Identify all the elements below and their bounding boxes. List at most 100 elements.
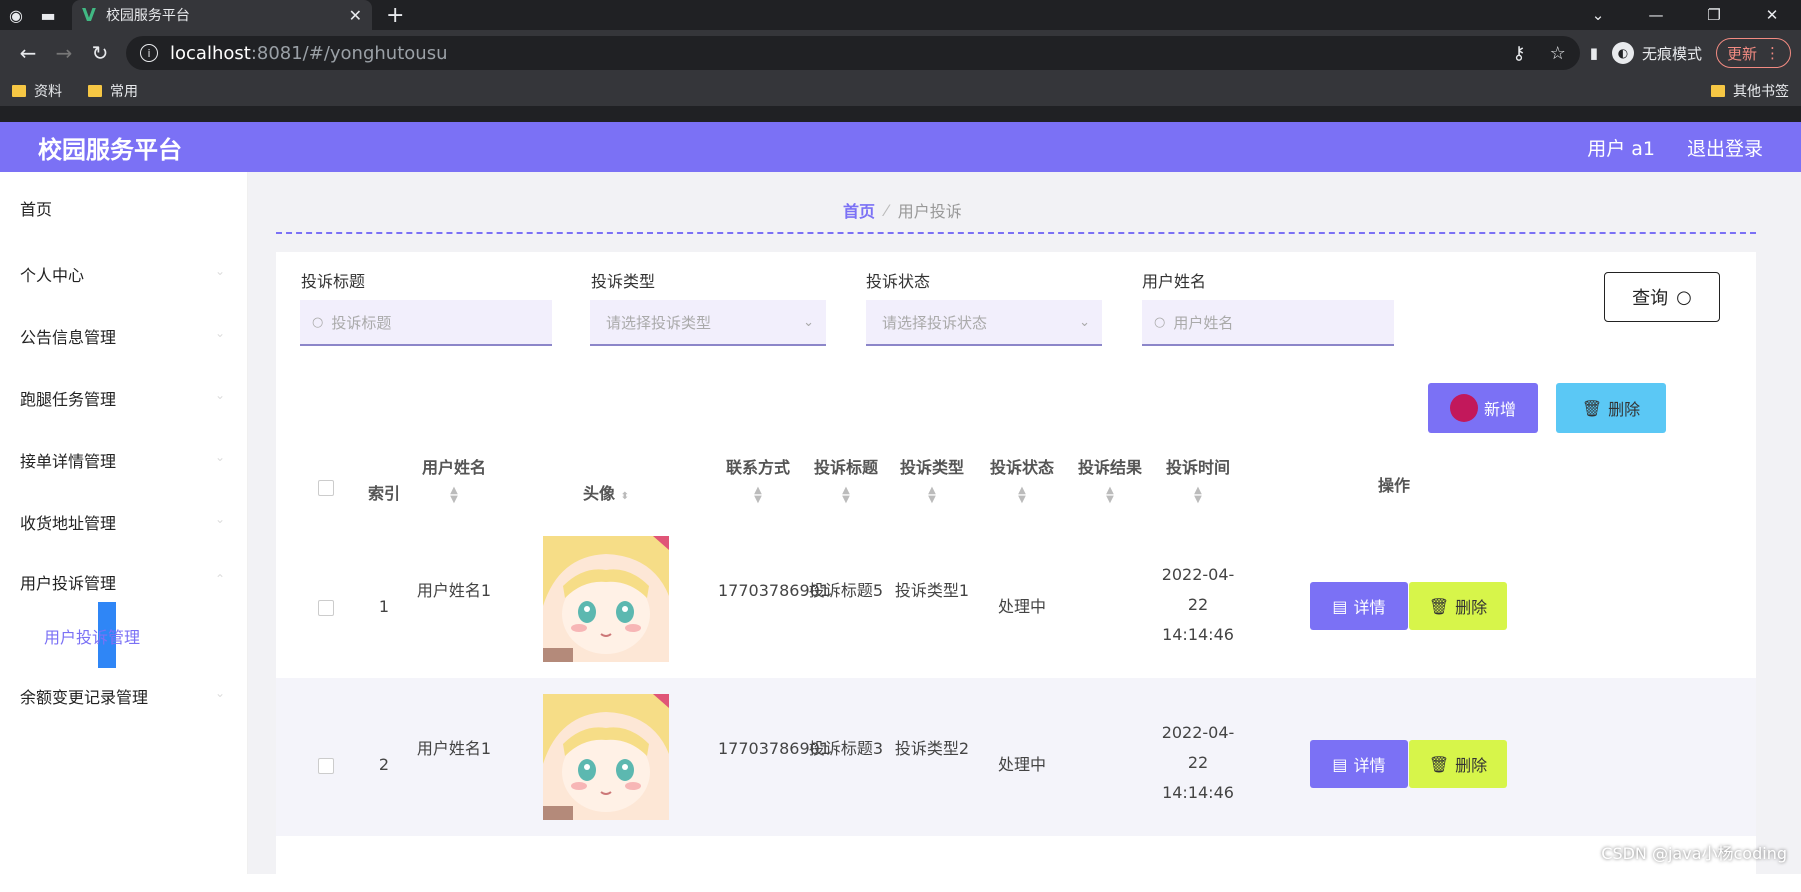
table-row: 1 用户姓名1 17703 [276,520,1756,678]
url-path: :8081/#/yonghutousu [251,43,448,64]
sort-icon: ▲▼ [718,486,798,504]
row-checkbox[interactable] [318,600,334,616]
back-icon[interactable]: ← [10,41,46,65]
sidebar-item-orders[interactable]: 接单详情管理 [20,448,116,472]
chevron-down-icon[interactable]: ⌄ [1569,6,1627,24]
tab-title: 校园服务平台 [106,5,349,25]
detail-button[interactable]: ▤详情 [1310,740,1408,788]
globe-icon[interactable]: ◉ [0,0,32,30]
chevron-up-icon: ⌃ [215,572,225,586]
delete-label: 删除 [1608,396,1640,420]
app-header: 校园服务平台 用户 a1 退出登录 [0,122,1801,172]
update-label: 更新 [1727,43,1757,64]
browser-tab[interactable]: V 校园服务平台 ✕ [72,0,372,30]
select-all-checkbox[interactable] [318,480,334,496]
search-icon: ○ [1676,287,1692,308]
sidebar-item-addresses[interactable]: 收货地址管理 [20,510,116,534]
logout-link[interactable]: 退出登录 [1687,134,1763,161]
bookmarks-bar: 资料 常用 其他书签 [0,76,1801,106]
folder-icon [12,85,26,97]
close-tab-icon[interactable]: ✕ [349,6,362,25]
chevron-down-icon: ⌄ [1079,315,1090,330]
sidebar-subitem-complaints[interactable]: 用户投诉管理 [0,602,248,668]
query-label: 查询 [1632,284,1668,310]
incognito-icon: ◐ [1612,42,1634,64]
sort-icon: ▲▼ [414,486,494,504]
main-content: 首页 ⁄ 用户投诉 投诉标题 ○ 投诉标题 投诉类型 请选择投诉类型 ⌄ 投诉状… [248,172,1801,874]
app-brand: 校园服务平台 [38,130,182,165]
bookmark-folder[interactable]: 常用 [88,81,138,101]
header-username[interactable]: 用户姓名 ▲▼ [414,454,494,504]
title-search-input[interactable]: ○ 投诉标题 [300,300,552,346]
key-icon[interactable]: ⚷ [1512,43,1525,64]
reload-icon[interactable]: ↻ [82,41,118,65]
delete-button[interactable]: 🗑删除 [1409,582,1507,630]
header-contact[interactable]: 联系方式 ▲▼ [718,454,798,504]
header-contact-label: 联系方式 [726,458,790,477]
address-bar[interactable]: i localhost:8081/#/yonghutousu ⚷ ☆ [126,36,1580,70]
cell-index: 1 [364,592,404,622]
cell-title: 投诉标题5 [806,576,886,606]
trash-icon: 🗑 [1429,755,1449,774]
breadcrumb-home[interactable]: 首页 [843,198,875,222]
delete-button[interactable]: 🗑删除 [1409,740,1507,788]
row-checkbox[interactable] [318,758,334,774]
detail-button[interactable]: ▤详情 [1310,582,1408,630]
other-bookmarks[interactable]: 其他书签 [1711,81,1789,101]
sidebar-item-errands[interactable]: 跑腿任务管理 [20,386,116,410]
header-avatar[interactable]: 头像 ⬍ [566,480,646,504]
cell-type: 投诉类型1 [892,576,972,606]
header-status[interactable]: 投诉状态▲▼ [982,454,1062,504]
cell-contact: 17703786901 [718,734,798,764]
header-username-label: 用户姓名 [422,458,486,477]
batch-delete-button[interactable]: 🗑 删除 [1556,383,1666,433]
filter-status-label: 投诉状态 [866,268,930,292]
new-tab-icon[interactable]: + [386,3,404,28]
title-placeholder: 投诉标题 [331,312,391,333]
sidebar-item-personal-center[interactable]: 个人中心 [20,262,84,286]
bookmark-folder[interactable]: 资料 [12,81,62,101]
restore-icon[interactable]: ❐ [1685,6,1743,24]
sort-icon: ▲▼ [892,486,972,504]
header-result[interactable]: 投诉结果▲▼ [1070,454,1150,504]
username-search-input[interactable]: ○ 用户姓名 [1142,300,1394,346]
incognito-indicator[interactable]: ◐ 无痕模式 [1612,42,1702,64]
header-ops: 操作 [1354,472,1434,496]
header-time[interactable]: 投诉时间▲▼ [1158,454,1238,504]
content-card: 投诉标题 ○ 投诉标题 投诉类型 请选择投诉类型 ⌄ 投诉状态 请选择投诉状态 … [276,252,1756,892]
tab-strip: ◉ ▬ V 校园服务平台 ✕ + ⌄ — ❐ ✕ [0,0,1801,30]
other-bookmarks-label: 其他书签 [1733,81,1789,101]
cell-username: 用户姓名1 [414,576,494,606]
star-icon[interactable]: ☆ [1550,43,1566,64]
status-select[interactable]: 请选择投诉状态 ⌄ [866,300,1102,346]
more-icon: ⋮ [1765,44,1780,62]
detail-label: 详情 [1354,594,1386,618]
chevron-down-icon: ⌄ [215,326,225,340]
sidebar-item-home[interactable]: 首页 [20,196,52,220]
sidebar-item-notices[interactable]: 公告信息管理 [20,324,116,348]
document-icon: ▤ [1332,755,1347,774]
info-icon[interactable]: i [140,44,158,62]
header-title[interactable]: 投诉标题▲▼ [806,454,886,504]
sidebar-item-balance[interactable]: 余额变更记录管理 [20,684,148,708]
query-button[interactable]: 查询 ○ [1604,272,1720,322]
sidebar-item-complaints[interactable]: 用户投诉管理 [20,570,116,594]
close-window-icon[interactable]: ✕ [1743,6,1801,24]
add-button[interactable]: 新增 [1428,383,1538,433]
header-type[interactable]: 投诉类型▲▼ [892,454,972,504]
minimize-icon[interactable]: — [1627,6,1685,24]
forward-icon[interactable]: → [46,41,82,65]
update-button[interactable]: 更新 ⋮ [1716,38,1791,68]
add-label: 新增 [1484,396,1516,420]
url-host: localhost [170,43,251,64]
sidepanel-icon[interactable]: ▮ [1590,44,1598,62]
incognito-label: 无痕模式 [1642,43,1702,64]
table-row: 2 用户姓名1 17703 [276,678,1756,836]
type-select[interactable]: 请选择投诉类型 ⌄ [590,300,826,346]
chevron-down-icon: ⌄ [215,686,225,700]
bookmark-label: 资料 [34,81,62,101]
window-icon[interactable]: ▬ [32,0,64,30]
separator-icon: ⁄ [885,201,888,220]
cell-contact: 17703786901 [718,576,798,606]
search-icon: ○ [312,315,323,330]
